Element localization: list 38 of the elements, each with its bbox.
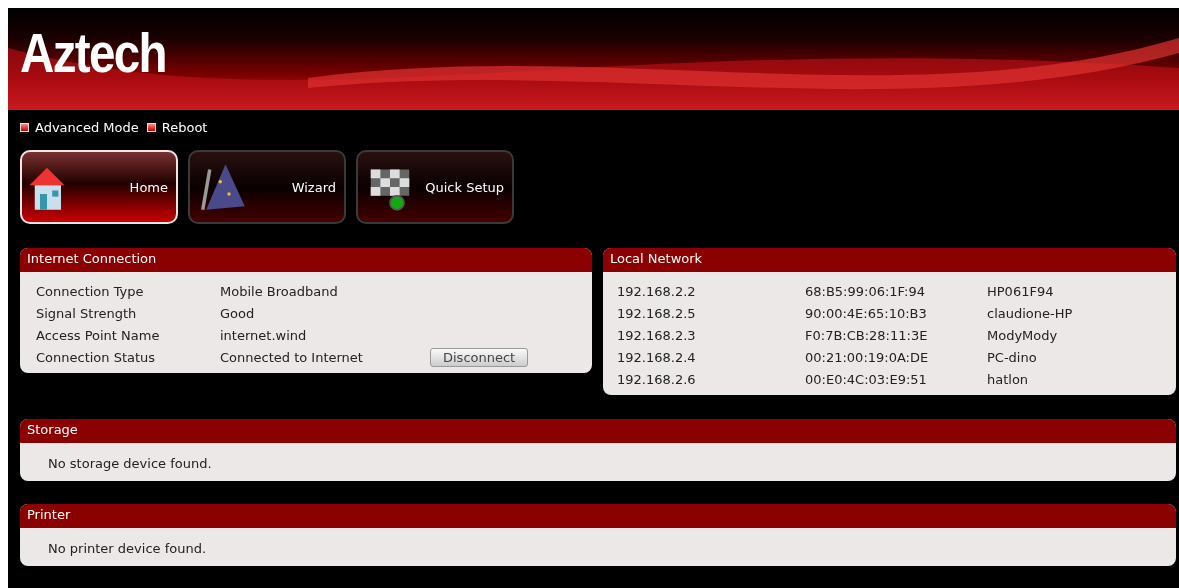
panel-title: Internet Connection	[20, 248, 592, 272]
device-name: HP061F94	[987, 283, 1055, 301]
field-value: Connected to Internet	[220, 349, 364, 367]
ip-address: 192.168.2.6	[617, 371, 697, 389]
logo: Aztech	[20, 20, 166, 85]
ip-address: 192.168.2.3	[617, 327, 697, 345]
disconnect-button[interactable]: Disconnect	[430, 348, 529, 367]
device-name: hatlon	[987, 371, 1030, 389]
nav-button[interactable]: Wizard	[188, 150, 346, 224]
mac-address: 00:21:00:19:0A:DE	[805, 349, 930, 367]
nav-button[interactable]: Quick Setup	[356, 150, 514, 224]
ip-address: 192.168.2.4	[617, 349, 697, 367]
mac-address: 68:B5:99:06:1F:94	[805, 283, 926, 301]
mac-address: F0:7B:CB:28:11:3E	[805, 327, 929, 345]
nav-link[interactable]: Reboot	[161, 119, 208, 135]
field-label: Access Point Name	[36, 327, 161, 345]
field-label: Signal Strength	[36, 305, 138, 323]
nav-link[interactable]: Advanced Mode	[35, 119, 139, 135]
ip-address: 192.168.2.2	[617, 283, 697, 301]
panel-title: Printer	[20, 504, 1176, 528]
field-value: Good	[220, 305, 256, 323]
mac-address: 00:E0:4C:03:E9:51	[805, 371, 928, 389]
device-name: ModyMody	[987, 327, 1059, 345]
field-value: Mobile Broadband	[220, 283, 339, 301]
status-message: No storage device found.	[47, 455, 213, 473]
field-value: internet.wind	[220, 327, 308, 345]
device-name: claudione-HP	[987, 305, 1074, 323]
device-name: PC-dino	[987, 349, 1038, 367]
field-label: Connection Type	[36, 283, 145, 301]
bullet-icon	[20, 122, 29, 132]
nav-button[interactable]: Home	[20, 150, 178, 224]
bullet-icon	[146, 122, 156, 132]
field-label: Connection Status	[36, 349, 157, 367]
status-message: No printer device found.	[47, 540, 208, 558]
panel-title: Storage	[20, 419, 1176, 443]
ip-address: 192.168.2.5	[617, 305, 697, 323]
mac-address: 90:00:4E:65:10:B3	[805, 305, 928, 323]
panel-title: Local Network	[603, 248, 1176, 272]
